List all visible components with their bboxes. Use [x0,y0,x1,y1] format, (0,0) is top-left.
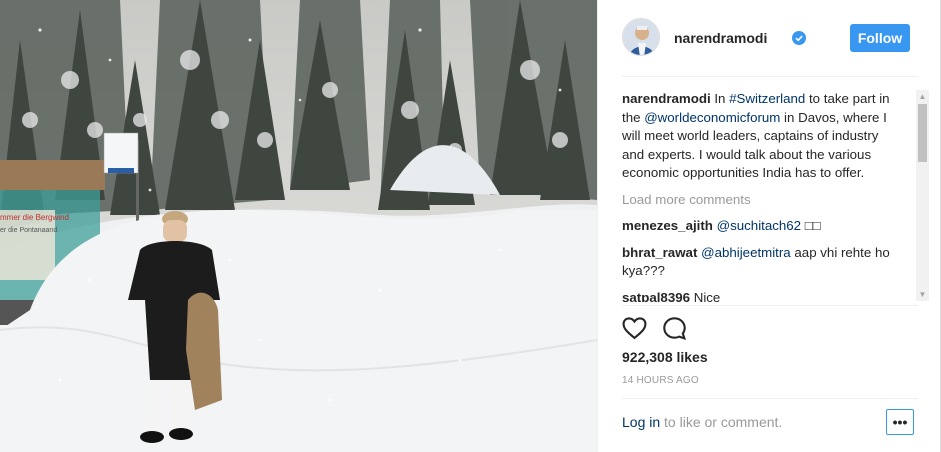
avatar[interactable] [622,18,660,56]
scroll-up-icon[interactable]: ▲ [916,90,929,103]
header-divider [622,76,918,77]
instagram-post-modal: mmer die Bergwind er die Pontanaand nare… [0,0,941,452]
comment-item: bhrat_rawat @abhijeetmitra aap vhi rehte… [622,244,898,281]
comments-list[interactable]: narendramodi In #Switzerland to take par… [622,90,898,302]
comment-mention[interactable]: @abhijeetmitra [701,245,791,260]
comment-username[interactable]: bhrat_rawat [622,245,697,260]
comment-icon[interactable] [662,316,687,341]
post-header: narendramodi Follow [622,18,918,58]
load-more-comments-button[interactable]: Load more comments [622,191,898,210]
comment-mention[interactable]: @suchitach62 [717,218,801,233]
likes-count[interactable]: 922,308 likes [622,349,708,365]
comments-scrollbar[interactable]: ▲ ▼ [916,90,929,301]
snow-scene-image: mmer die Bergwind er die Pontanaand [0,0,597,452]
heart-icon[interactable] [622,316,647,341]
post-sidebar: narendramodi Follow narendramodi In #Swi… [597,0,940,452]
post-actions [622,316,722,342]
verified-badge-icon [792,31,806,45]
comment-text: Nice [693,289,721,303]
avatar-image [623,19,659,55]
username-link[interactable]: narendramodi [674,30,767,46]
scroll-thumb[interactable] [918,104,927,162]
login-suffix: to like or comment. [660,414,783,430]
login-link[interactable]: Log in [622,414,660,430]
follow-button[interactable]: Follow [850,24,910,52]
post-photo[interactable]: mmer die Bergwind er die Pontanaand [0,0,597,452]
more-options-button[interactable]: ••• [886,409,914,435]
caption-username[interactable]: narendramodi [622,91,711,106]
sign-text-1: mmer die Bergwind [0,213,69,222]
hashtag-link[interactable]: #Switzerland [729,91,805,106]
comment-item: menezes_ajith @suchitach62 □□ [622,217,898,236]
post-timestamp[interactable]: 14 HOURS AGO [622,375,699,386]
footer-divider [622,398,918,399]
caption: narendramodi In #Switzerland to take par… [622,90,898,183]
comment-username[interactable]: menezes_ajith [622,218,713,233]
mention-link[interactable]: @worldeconomicforum [644,110,780,125]
comment-username[interactable]: satpal8396 [622,290,690,303]
sign-text-2: er die Pontanaand [0,227,57,234]
comment-text: □□ [801,218,821,233]
login-prompt: Log in to like or comment. [622,414,782,430]
caption-text-1: In [710,91,730,106]
actions-divider [622,305,918,306]
scroll-down-icon[interactable]: ▼ [916,288,929,301]
comment-item: satpal8396 Nice [622,289,898,303]
